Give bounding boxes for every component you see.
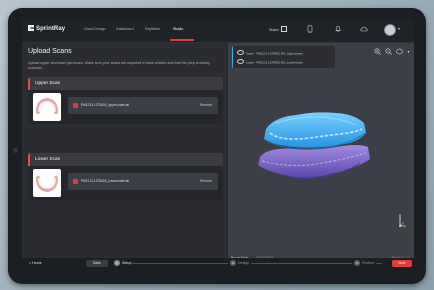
share-label: Share (269, 28, 279, 32)
3d-viewer[interactable]: Upper · PM1213-1275403_NG_Upper.lower...… (228, 43, 414, 260)
upper-scan-header: Upper Scan (28, 77, 223, 90)
step-number: 2 (230, 260, 236, 266)
step-review[interactable]: 3 Review (352, 260, 376, 266)
nav-item-studio[interactable]: Studio (173, 27, 183, 31)
view-cube-icon[interactable] (396, 48, 403, 55)
lower-scan-body: PM1213-1275403_Lower.lower.stl Remove (28, 166, 223, 200)
eye-icon[interactable] (237, 59, 244, 64)
zoom-in-icon[interactable] (374, 48, 381, 55)
cloud-icon[interactable] (360, 25, 368, 33)
bell-icon[interactable] (334, 25, 342, 33)
brand-logo[interactable]: SprintRay (28, 25, 65, 32)
back-button[interactable]: Back (86, 260, 108, 267)
upper-scan-file-row: PM1213-1275403_Upper.lower.stl Remove (68, 97, 218, 114)
app-screen: SprintRay Cloud Design Dashboard RayWare… (22, 19, 414, 269)
step-number: 1 (114, 260, 120, 266)
layer-list: Upper · PM1213-1275403_NG_Upper.lower...… (232, 46, 335, 68)
nav-item-rayware[interactable]: RayWare (145, 27, 160, 31)
lower-scan-file-row: PM1213-1275403_Lower.lower.stl Remove (68, 173, 218, 190)
share-button[interactable]: Share (269, 26, 287, 32)
share-icon (280, 26, 287, 32)
nav-item-cloud-design[interactable]: Cloud Design (84, 27, 106, 31)
upload-panel: Upload Scans Upload upper and lower jaw … (22, 43, 227, 261)
workflow-bar: ⌂ Home Back 1 Setup 2 Design 3 Review Next (22, 258, 414, 269)
chevron-down-icon[interactable]: ▾ (398, 26, 400, 31)
upper-scan-body: PM1213-1275403_Upper.lower.stl Remove (28, 90, 223, 124)
nav-item-dashboard[interactable]: Dashboard (116, 27, 134, 31)
lower-scan-card: Lower Scan PM1213-1275403_Lower.lower.st… (28, 153, 223, 200)
step-number: 3 (354, 260, 360, 266)
top-navigation: SprintRay Cloud Design Dashboard RayWare… (22, 19, 414, 43)
layer-lower-label: Lower · PM1213-1275403_NG_Lower.lower... (246, 60, 305, 65)
next-button[interactable]: Next (392, 260, 412, 267)
layer-upper-label: Upper · PM1213-1275403_NG_Upper.lower... (246, 51, 305, 56)
lower-scan-filename: PM1213-1275403_Lower.lower.stl (81, 179, 130, 183)
upper-scan-remove-button[interactable]: Remove (200, 103, 212, 107)
step-label: Design (238, 261, 250, 265)
stl-file-icon (73, 179, 78, 184)
camera-dot (13, 148, 18, 153)
layer-item-upper[interactable]: Upper · PM1213-1275403_NG_Upper.lower... (237, 50, 305, 56)
upper-scan-card: Upper Scan PM1213-1275403_Upper.lower.st… (28, 77, 223, 124)
lower-scan-remove-button[interactable]: Remove (200, 179, 212, 183)
home-button[interactable]: ⌂ Home (29, 261, 42, 265)
zoom-out-icon[interactable] (385, 48, 392, 55)
step-setup[interactable]: 1 Setup (114, 260, 131, 266)
phone-icon[interactable] (306, 25, 314, 33)
brand-name: SprintRay (36, 26, 66, 32)
layer-item-lower[interactable]: Lower · PM1213-1275403_NG_Lower.lower... (237, 59, 305, 65)
eye-icon[interactable] (237, 50, 244, 55)
axis-gizmo-icon (399, 214, 406, 227)
home-icon: ⌂ (29, 261, 32, 265)
step-label: Setup (122, 261, 132, 265)
chevron-down-icon[interactable]: ▾ (405, 48, 412, 55)
lower-jaw-model[interactable] (258, 145, 370, 179)
home-label: Home (32, 261, 42, 265)
step-design[interactable]: 2 Design (228, 260, 252, 266)
active-tab-indicator (170, 39, 194, 41)
logo-icon (28, 25, 34, 31)
step-label: Review (362, 261, 374, 265)
lower-scan-thumbnail (33, 169, 61, 197)
stl-file-icon (73, 103, 78, 108)
step-progress-line (132, 263, 382, 264)
page-title: Upload Scans (28, 48, 72, 55)
lower-scan-header: Lower Scan (28, 153, 223, 166)
upper-scan-thumbnail (33, 93, 61, 121)
avatar[interactable] (384, 24, 396, 36)
dental-model-3d[interactable] (254, 103, 374, 193)
upper-jaw-model[interactable] (263, 112, 367, 150)
page-subtitle: Upload upper and lower jaw scans. Make s… (28, 61, 210, 70)
upper-scan-filename: PM1213-1275403_Upper.lower.stl (81, 103, 130, 107)
